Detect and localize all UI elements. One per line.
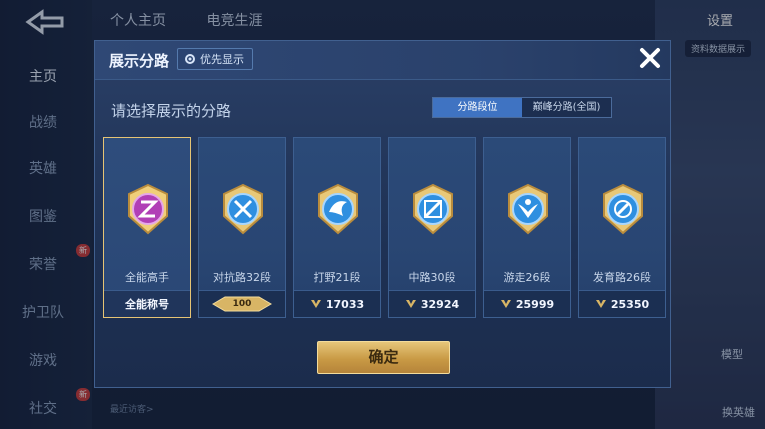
- roam-emblem-icon: [508, 183, 548, 235]
- priority-label: 优先显示: [200, 53, 244, 66]
- level-badge-text: 100: [232, 299, 252, 309]
- jungle-emblem-icon: [318, 183, 358, 235]
- lane-card-mid[interactable]: 中路30段 32924: [388, 137, 476, 318]
- card-footer: 25999: [484, 290, 570, 317]
- card-name: 打野21段: [313, 271, 361, 284]
- dialog-subtitle: 请选择展示的分路: [111, 102, 232, 120]
- card-points: 25999: [515, 297, 555, 311]
- farm-lane-emblem-icon: [603, 183, 643, 235]
- lane-mode-toggle: 分路段位 巅峰分路(全国): [432, 97, 612, 118]
- tab-peak-lane[interactable]: 巅峰分路(全国): [522, 98, 611, 117]
- points-icon: [595, 300, 606, 308]
- card-name: 全能高手: [125, 271, 169, 284]
- card-name: 对抗路32段: [213, 271, 271, 284]
- card-name: 游走26段: [503, 271, 551, 284]
- dialog-header: 展示分路 优先显示: [95, 41, 670, 80]
- gear-icon: [185, 54, 195, 64]
- card-footer: 32924: [389, 290, 475, 317]
- lane-display-dialog: 展示分路 优先显示 请选择展示的分路 分路段位 巅峰分路(全国) 全能高手 全能…: [94, 40, 671, 388]
- all-round-emblem-icon: [128, 183, 168, 235]
- points-icon: [500, 300, 511, 308]
- card-points: 32924: [420, 297, 460, 311]
- card-name: 中路30段: [408, 271, 456, 284]
- points-icon: [405, 300, 416, 308]
- priority-display-button[interactable]: 优先显示: [177, 48, 253, 70]
- card-footer: 17033: [294, 290, 380, 317]
- card-name: 发育路26段: [593, 271, 651, 284]
- card-footer: 100: [199, 290, 285, 317]
- lane-card-roam[interactable]: 游走26段 25999: [483, 137, 571, 318]
- lane-card-jungle[interactable]: 打野21段 17033: [293, 137, 381, 318]
- dialog-title: 展示分路: [109, 52, 170, 70]
- card-points: 17033: [325, 297, 365, 311]
- close-icon[interactable]: [637, 45, 663, 71]
- lane-card-all-round[interactable]: 全能高手 全能称号: [103, 137, 191, 318]
- mid-lane-emblem-icon: [413, 183, 453, 235]
- card-footer: 25350: [579, 290, 665, 317]
- card-points: 25350: [610, 297, 650, 311]
- card-footer-text: 全能称号: [125, 298, 169, 311]
- points-icon: [310, 300, 321, 308]
- card-footer: 全能称号: [104, 290, 190, 317]
- lane-card-farm[interactable]: 发育路26段 25350: [578, 137, 666, 318]
- clash-lane-emblem-icon: [223, 183, 263, 235]
- tab-lane-rank[interactable]: 分路段位: [433, 98, 522, 117]
- lane-card-clash[interactable]: 对抗路32段 100: [198, 137, 286, 318]
- confirm-button[interactable]: 确定: [317, 341, 450, 374]
